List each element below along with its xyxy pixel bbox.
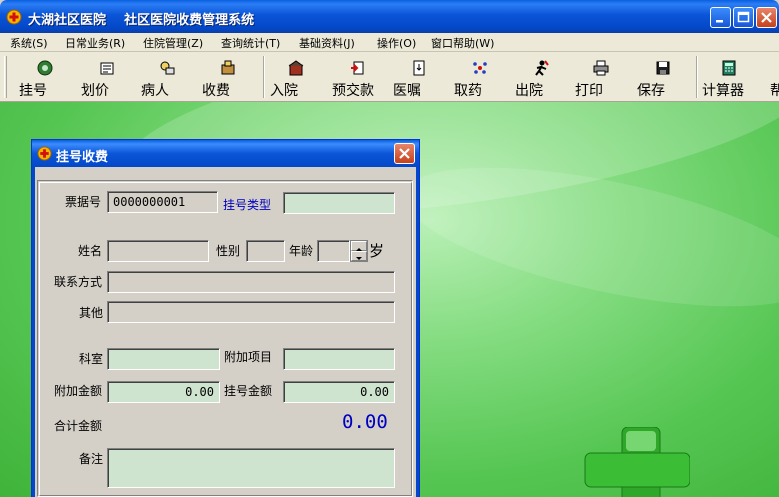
extra-item-select[interactable]	[283, 348, 395, 370]
close-button[interactable]	[756, 7, 777, 28]
charge-label: 收费	[202, 83, 230, 99]
menu-operation[interactable]: 操作(O)	[377, 35, 416, 51]
discharge-label: 出院	[515, 83, 543, 99]
dialog-close-button[interactable]	[394, 143, 415, 164]
medical-order-button[interactable]: 医嘱	[393, 55, 445, 99]
contact-label: 联系方式	[54, 275, 103, 289]
extra-amount-field[interactable]: 0.00	[107, 381, 220, 403]
print-button[interactable]: 打印	[575, 55, 627, 99]
admission-button[interactable]: 入院	[270, 55, 322, 99]
other-field[interactable]	[107, 301, 395, 323]
toolbar-grip[interactable]	[4, 56, 7, 98]
department-select[interactable]	[107, 348, 220, 370]
close-icon	[761, 12, 772, 23]
total-label: 合计金额	[54, 419, 103, 433]
menu-basic-data[interactable]: 基础资料(J)	[299, 35, 355, 51]
arrow-down-icon	[356, 257, 362, 260]
reg-amount-label: 挂号金额	[224, 384, 273, 398]
department-label: 科室	[79, 352, 104, 366]
green-cross-logo	[584, 427, 690, 497]
medical-order-label: 医嘱	[393, 83, 421, 99]
menu-window-help[interactable]: 窗口帮助(W)	[431, 35, 494, 51]
reg-amount-field[interactable]: 0.00	[283, 381, 395, 403]
prepayment-button[interactable]: 预交款	[332, 55, 384, 99]
age-stepper-up[interactable]	[351, 241, 367, 251]
reg-type-select[interactable]	[283, 192, 395, 214]
window-title: 大湖社区医院 社区医院收费管理系统	[28, 13, 255, 28]
app-icon	[6, 9, 22, 25]
total-amount: 0.00	[342, 411, 388, 433]
menu-inpatient[interactable]: 住院管理(Z)	[143, 35, 203, 51]
medical-order-icon	[413, 60, 425, 76]
pricing-icon	[100, 62, 114, 75]
menu-daily-business[interactable]: 日常业务(R)	[65, 35, 125, 51]
dispense-medicine-icon	[473, 62, 487, 74]
name-field[interactable]	[107, 240, 209, 262]
gender-field[interactable]	[246, 240, 285, 262]
remark-label: 备注	[79, 452, 104, 466]
toolbar: 挂号 划价 病人 收费 入院 预交款 医嘱 取药 出院 打印 保存 计算器 帮	[0, 52, 779, 102]
pricing-button[interactable]: 划价	[81, 55, 133, 99]
remark-field[interactable]	[107, 448, 395, 488]
charge-button[interactable]: 收费	[202, 55, 254, 99]
printer-icon	[593, 60, 609, 76]
dispense-medicine-button[interactable]: 取药	[454, 55, 506, 99]
minimize-button[interactable]	[710, 7, 731, 28]
save-label: 保存	[637, 83, 665, 99]
minimize-icon	[716, 20, 723, 23]
menu-system[interactable]: 系统(S)	[10, 35, 48, 51]
age-unit-label: 岁	[369, 242, 385, 260]
patient-label: 病人	[141, 83, 169, 99]
age-label: 年龄	[289, 244, 314, 258]
maximize-button[interactable]	[733, 7, 754, 28]
calculator-icon	[722, 60, 736, 76]
patient-icon	[160, 61, 175, 75]
contact-field[interactable]	[107, 271, 395, 293]
receipt-no-label: 票据号	[65, 195, 102, 209]
admission-icon	[288, 60, 304, 76]
pricing-label: 划价	[81, 83, 109, 99]
discharge-icon	[535, 60, 549, 76]
reg-type-label: 挂号类型	[223, 198, 272, 212]
maximize-icon	[737, 11, 750, 23]
receipt-no-field[interactable]: 0000000001	[107, 191, 218, 213]
age-stepper-down[interactable]	[351, 251, 367, 261]
name-label: 姓名	[78, 244, 103, 258]
register-icon	[37, 60, 53, 76]
age-field[interactable]	[317, 240, 350, 262]
close-icon	[399, 148, 410, 159]
print-label: 打印	[575, 83, 603, 99]
prepayment-label: 预交款	[332, 83, 374, 99]
extra-item-label: 附加项目	[224, 350, 273, 364]
prepayment-icon	[351, 61, 364, 75]
save-button[interactable]: 保存	[637, 55, 689, 99]
discharge-button[interactable]: 出院	[515, 55, 567, 99]
save-icon	[656, 61, 670, 75]
other-label: 其他	[79, 306, 104, 320]
toolbar-overflow-button[interactable]: 帮	[770, 55, 779, 99]
dispense-medicine-label: 取药	[454, 83, 482, 99]
age-stepper[interactable]	[350, 240, 368, 262]
register-label: 挂号	[19, 83, 47, 99]
dialog-title-bar[interactable]: 挂号收费	[32, 140, 419, 167]
charge-icon	[221, 60, 235, 75]
admission-label: 入院	[270, 83, 298, 99]
toolbar-separator	[263, 56, 265, 98]
menu-query-stats[interactable]: 查询统计(T)	[221, 35, 280, 51]
extra-amount-label: 附加金额	[54, 384, 103, 398]
calculator-button[interactable]: 计算器	[702, 55, 756, 99]
register-button[interactable]: 挂号	[19, 55, 71, 99]
gender-label: 性别	[216, 244, 241, 258]
patient-button[interactable]: 病人	[141, 55, 193, 99]
menu-bar: 系统(S) 日常业务(R) 住院管理(Z) 查询统计(T) 基础资料(J) 操作…	[0, 33, 779, 52]
calculator-label: 计算器	[702, 83, 744, 99]
dialog-title: 挂号收费	[56, 150, 109, 165]
toolbar-separator	[696, 56, 698, 98]
toolbar-overflow-label: 帮	[770, 83, 779, 99]
window-title-bar[interactable]: 大湖社区医院 社区医院收费管理系统	[0, 0, 779, 33]
dialog-app-icon	[37, 146, 52, 161]
